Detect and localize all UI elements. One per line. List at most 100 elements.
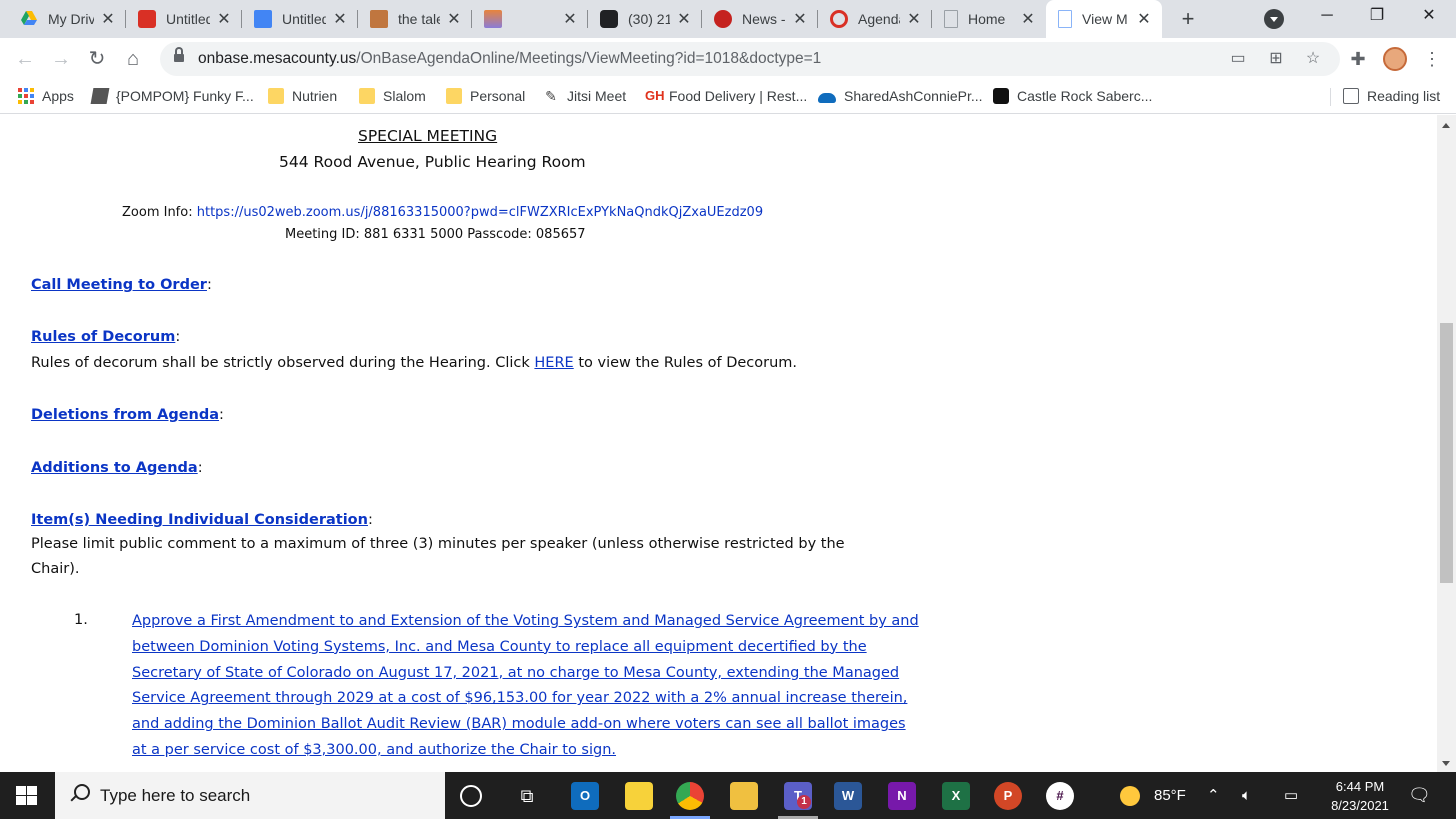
system-clock[interactable]: 6:44 PM 8/23/2021 xyxy=(1318,777,1402,815)
network-icon[interactable]: ▭ xyxy=(1284,772,1298,819)
extensions-puzzle-icon[interactable]: ✚ xyxy=(1346,47,1370,71)
tab-news[interactable]: News - ✕ xyxy=(702,0,818,38)
close-icon[interactable]: ✕ xyxy=(562,9,578,29)
scrollbar-thumb[interactable] xyxy=(1440,323,1453,583)
bookmark-jitsi[interactable]: ✎ Jitsi Meet xyxy=(543,80,626,112)
search-placeholder: Type here to search xyxy=(100,786,251,805)
onenote-icon[interactable]: N xyxy=(888,782,916,810)
colon: : xyxy=(175,329,181,345)
close-icon[interactable]: ✕ xyxy=(1020,9,1036,29)
excel-icon[interactable]: X xyxy=(942,782,970,810)
close-icon[interactable]: ✕ xyxy=(792,9,808,29)
sticky-notes-icon[interactable] xyxy=(625,782,653,810)
close-icon[interactable]: ✕ xyxy=(216,9,232,29)
weather-icon[interactable] xyxy=(1120,786,1140,806)
close-icon[interactable]: ✕ xyxy=(676,9,692,29)
news-icon xyxy=(714,10,732,28)
app-install-icon[interactable]: ⊞ xyxy=(1266,50,1286,68)
tab-image[interactable]: ✕ xyxy=(472,0,588,38)
task-view-icon[interactable]: ⧉ xyxy=(513,782,541,810)
bookmark-nutrien[interactable]: Nutrien xyxy=(268,80,337,112)
outlook-icon[interactable]: O xyxy=(571,782,599,810)
tab-untitled-2[interactable]: Untitled ✕ xyxy=(242,0,358,38)
rules-text-after: to view the Rules of Decorum. xyxy=(573,355,798,371)
minimize-icon[interactable]: ─ xyxy=(1304,0,1350,32)
cast-icon[interactable]: ▭ xyxy=(1228,50,1248,68)
weather-temp[interactable]: 85°F xyxy=(1154,772,1186,819)
reading-list-button[interactable]: Reading list xyxy=(1343,80,1440,112)
reload-icon[interactable]: ↻ xyxy=(84,46,110,72)
more-menu-icon[interactable]: ⋮ xyxy=(1420,47,1444,71)
onedrive-icon xyxy=(818,92,836,103)
tab-title: the tale xyxy=(398,11,440,27)
tab-title: (30) 21 xyxy=(628,11,670,27)
tab-the-tale[interactable]: the tale ✕ xyxy=(358,0,472,38)
individual-consideration-link[interactable]: Item(s) Needing Individual Consideration xyxy=(31,512,368,528)
bookmark-castle-rock[interactable]: Castle Rock Saberc... xyxy=(993,80,1152,112)
back-arrow-icon[interactable]: ← xyxy=(12,46,38,72)
notifications-icon[interactable]: 🗨︎ xyxy=(1408,772,1431,819)
tab-title: Untitled xyxy=(282,11,326,27)
rules-of-decorum-link[interactable]: Rules of Decorum xyxy=(31,329,175,345)
tab-untitled-1[interactable]: Untitled ✕ xyxy=(126,0,242,38)
close-icon[interactable]: ✕ xyxy=(1136,9,1152,29)
bookmark-slalom[interactable]: Slalom xyxy=(359,80,426,112)
bookmark-label: SharedAshConniePr... xyxy=(844,88,983,104)
scroll-down-arrow-icon[interactable] xyxy=(1442,761,1450,766)
cortana-icon[interactable] xyxy=(460,785,482,807)
scroll-up-arrow-icon[interactable] xyxy=(1442,123,1450,128)
address-bar[interactable]: onbase.mesacounty.us/OnBaseAgendaOnline/… xyxy=(160,42,1340,76)
bookmark-pompom[interactable]: {POMPOM} Funky F... xyxy=(90,80,254,112)
rules-here-link[interactable]: HERE xyxy=(534,355,573,371)
page-scrollbar[interactable] xyxy=(1437,115,1456,772)
url-text[interactable]: onbase.mesacounty.us/OnBaseAgendaOnline/… xyxy=(198,42,821,76)
deletions-link[interactable]: Deletions from Agenda xyxy=(31,407,219,423)
forward-arrow-icon[interactable]: → xyxy=(48,46,74,72)
bookmark-label: Food Delivery | Rest... xyxy=(669,88,808,104)
restore-icon[interactable]: ❐ xyxy=(1354,0,1400,32)
volume-icon[interactable]: 🔈︎ xyxy=(1242,772,1251,819)
windows-start-icon[interactable] xyxy=(16,786,38,806)
tab-agenda[interactable]: Agenda ✕ xyxy=(818,0,932,38)
word-icon[interactable]: W xyxy=(834,782,862,810)
tab-view-meeting[interactable]: View M ✕ xyxy=(1046,0,1162,38)
tab-home[interactable]: Home ✕ xyxy=(932,0,1046,38)
zoom-label: Zoom Info: xyxy=(122,205,197,220)
call-to-order-row: Call Meeting to Order: xyxy=(31,277,212,293)
chrome-icon[interactable] xyxy=(676,782,704,810)
slack-icon[interactable]: # xyxy=(1046,782,1074,810)
bookmark-label: Nutrien xyxy=(292,88,338,104)
colon: : xyxy=(367,512,373,528)
tab-strip: My Drive ✕ Untitled ✕ Untitled ✕ the tal… xyxy=(0,0,1456,38)
tab-30-21[interactable]: (30) 21 ✕ xyxy=(588,0,702,38)
home-icon[interactable]: ⌂ xyxy=(120,46,146,72)
taskbar-search-box[interactable]: Type here to search xyxy=(55,772,445,819)
close-icon[interactable]: ✕ xyxy=(100,9,116,29)
close-icon[interactable]: ✕ xyxy=(446,9,462,29)
bookmark-apps[interactable]: Apps xyxy=(18,80,74,112)
show-hidden-icons-chevron-icon[interactable]: ⌃ xyxy=(1207,772,1220,819)
zoom-link[interactable]: https://us02web.zoom.us/j/88163315000?pw… xyxy=(197,205,763,220)
agenda-item-1-link[interactable]: Approve a First Amendment to and Extensi… xyxy=(132,609,922,764)
deletions-row: Deletions from Agenda: xyxy=(31,407,224,423)
profile-avatar[interactable] xyxy=(1383,47,1407,71)
call-to-order-link[interactable]: Call Meeting to Order xyxy=(31,277,207,293)
file-explorer-icon[interactable] xyxy=(730,782,758,810)
tab-search-icon[interactable] xyxy=(1264,9,1284,29)
bookmark-personal[interactable]: Personal xyxy=(446,80,525,112)
bookmark-shared-ash[interactable]: SharedAshConniePr... xyxy=(818,80,983,112)
close-icon[interactable]: ✕ xyxy=(906,9,922,29)
page-icon xyxy=(944,10,958,28)
meeting-type-heading: SPECIAL MEETING xyxy=(358,127,498,145)
item-number: 1. xyxy=(74,612,88,628)
bookmark-food-delivery[interactable]: GH Food Delivery | Rest... xyxy=(645,80,807,112)
new-tab-plus-icon[interactable]: + xyxy=(1174,5,1202,33)
bookmark-star-icon[interactable]: ☆ xyxy=(1303,50,1323,68)
powerpoint-icon[interactable]: P xyxy=(994,782,1022,810)
close-icon[interactable]: ✕ xyxy=(332,9,348,29)
tab-my-drive[interactable]: My Drive ✕ xyxy=(8,0,126,38)
additions-link[interactable]: Additions to Agenda xyxy=(31,460,198,476)
window-close-icon[interactable]: ✕ xyxy=(1406,0,1452,32)
bookmark-label: Apps xyxy=(42,88,74,104)
windows-taskbar: Type here to search ⧉ O T 1 W N X P # 85… xyxy=(0,772,1456,819)
